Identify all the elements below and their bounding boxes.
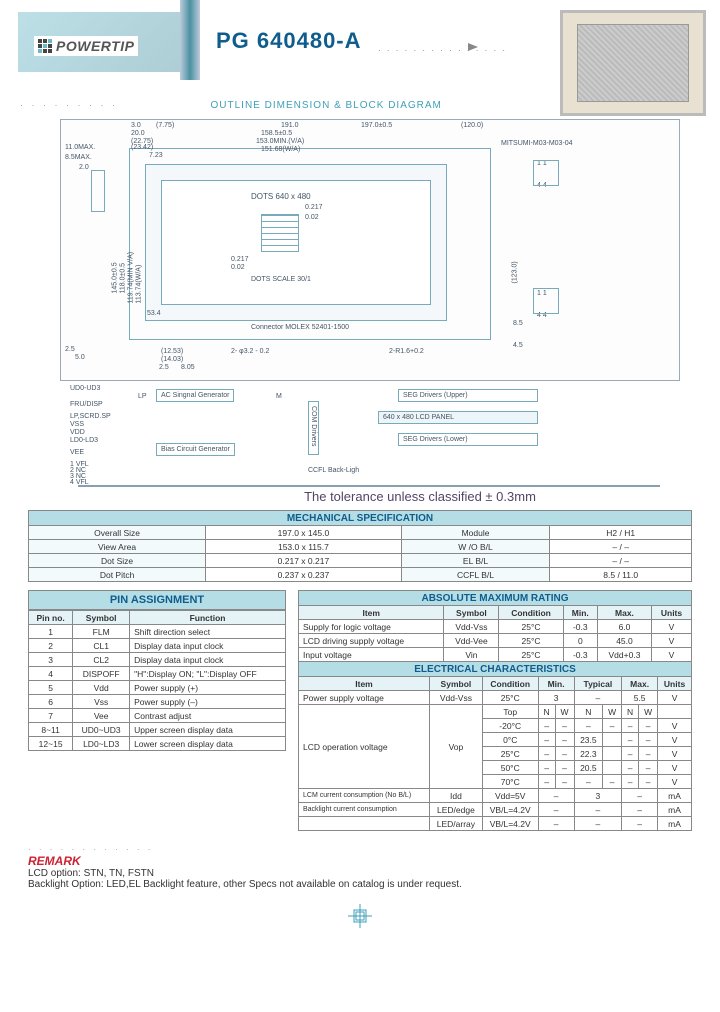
dim-label: DOTS 640 x 480	[251, 192, 311, 201]
dim-label: 197.0±0.5	[361, 122, 392, 129]
header-divider	[180, 0, 200, 80]
block-box: AC Singnal Generator	[156, 389, 234, 402]
signal-label: VDD	[70, 429, 85, 436]
signal-label: LD0-LD3	[70, 437, 98, 444]
dim-label: 3.0	[131, 122, 141, 129]
remark-title: REMARK	[28, 854, 692, 868]
dim-label: (7.75)	[156, 122, 174, 129]
table-title: MECHANICAL SPECIFICATION	[29, 511, 692, 526]
dim-label: 151.68(W/A)	[261, 146, 300, 153]
dim-label: (12.53)	[161, 348, 183, 355]
dim-label: 4.5	[513, 342, 523, 349]
signal-label: LP,SCRD.SP	[70, 413, 111, 420]
dim-label: 5.0	[75, 354, 85, 361]
dim-label: 145.0±0.5	[112, 262, 119, 293]
dot-prefix: · · · · · · · · ·	[20, 100, 118, 110]
dim-label: 191.0	[281, 122, 299, 129]
dim-label: 11.0MAX.	[65, 144, 95, 151]
remark-line: LCD option: STN, TN, FSTN	[28, 868, 692, 879]
tolerance-note: The tolerance unless classified ± 0.3mm	[120, 489, 720, 504]
outline-diagram: 3.0 (7.75) 20.0 (22.75) (23.42) 7.23 191…	[60, 119, 680, 381]
signal-label: UD0-UD3	[70, 385, 100, 392]
dim-label: 0.217	[231, 256, 249, 263]
brand-logo: POWERTIP	[34, 36, 138, 56]
dim-label: (23.42)	[131, 144, 153, 151]
product-photo	[560, 10, 706, 116]
block-box: SEG Drivers (Lower)	[398, 433, 538, 446]
dim-label: DOTS SCALE 30/1	[251, 276, 311, 283]
dim-label: 153.0MIN.(V/A)	[256, 138, 304, 145]
dim-label: 0.02	[305, 214, 319, 221]
dim-label: 7.23	[149, 152, 163, 159]
dim-label: 0.02	[231, 264, 245, 271]
dim-label: 20.0	[131, 130, 145, 137]
dim-label: MITSUMI-M03-M03-04	[501, 140, 573, 147]
footer-logo-icon	[0, 904, 720, 930]
dim-label: 2- φ3.2 - 0.2	[231, 348, 269, 355]
block-box: Bias Circuit Generator	[156, 443, 235, 456]
dim-label: 53.4	[147, 310, 161, 317]
brand-name: POWERTIP	[56, 38, 134, 54]
dim-label: Connector MOLEX 52401-1500	[251, 324, 349, 331]
remark-line: Backlight Option: LED,EL Backlight featu…	[28, 879, 692, 890]
dot-leader: · · · · · · · · · · · · · · ·	[378, 46, 507, 55]
wire-label: M	[276, 393, 282, 400]
electrical-char-table: ELECTRICAL CHARACTERISTICS ItemSymbolCon…	[298, 661, 692, 831]
logo-grid-icon	[38, 39, 52, 53]
dim-label: 158.5±0.5	[261, 130, 292, 137]
mechanical-spec-table: MECHANICAL SPECIFICATION Overall Size197…	[28, 510, 692, 582]
remark-section: · · · · · · · · · · · · REMARK LCD optio…	[28, 845, 692, 890]
signal-label: FRU/DISP	[70, 401, 103, 408]
dim-label: 0.217	[305, 204, 323, 211]
dim-label: 2.0	[79, 164, 89, 171]
dim-label: 2-R1.6+0.2	[389, 348, 424, 355]
dim-label: (123.0)	[512, 261, 519, 283]
table-title: ABSOLUTE MAXIMUM RATING	[299, 591, 692, 606]
section1-label: OUTLINE DIMENSION & BLOCK DIAGRAM	[211, 100, 442, 111]
arrow-right-icon	[468, 43, 478, 51]
block-box: 640 x 480 LCD PANEL	[378, 411, 538, 424]
model-number: PG 640480-A	[216, 28, 362, 54]
block-box: SEG Drivers (Upper)	[398, 389, 538, 402]
signal-label: VEE	[70, 449, 84, 456]
dim-label: 2.5	[65, 346, 75, 353]
dim-label: (14.03)	[161, 356, 183, 363]
table-title: ELECTRICAL CHARACTERISTICS	[299, 662, 692, 677]
dim-label: 8.5MAX.	[65, 154, 92, 161]
dim-label: 2.5	[159, 364, 169, 371]
pin-table-title: PIN ASSIGNMENT	[28, 590, 286, 610]
block-label: CCFL Back-Ligh	[308, 467, 359, 474]
block-diagram: UD0-UD3 FRU/DISP LP,SCRD.SP VSS VDD LD0-…	[78, 385, 660, 487]
signal-label: VSS	[70, 421, 84, 428]
dim-label: 113.74(W/A)	[136, 265, 143, 304]
pin-assignment-table: Pin no.SymbolFunction 1FLMShift directio…	[28, 610, 286, 751]
dim-label: 118.0±0.5	[120, 263, 127, 294]
dim-label: 8.5	[513, 320, 523, 327]
dim-label: 119.74(MIN V/A)	[128, 252, 135, 304]
dim-label: 8.05	[181, 364, 195, 371]
absolute-max-table: ABSOLUTE MAXIMUM RATING ItemSymbolCondit…	[298, 590, 692, 662]
signal-label: 4 VFL	[70, 479, 89, 486]
wire-label: LP	[138, 393, 147, 400]
dim-label: (120.0)	[461, 122, 483, 129]
block-box: COM Drivers	[308, 401, 319, 455]
